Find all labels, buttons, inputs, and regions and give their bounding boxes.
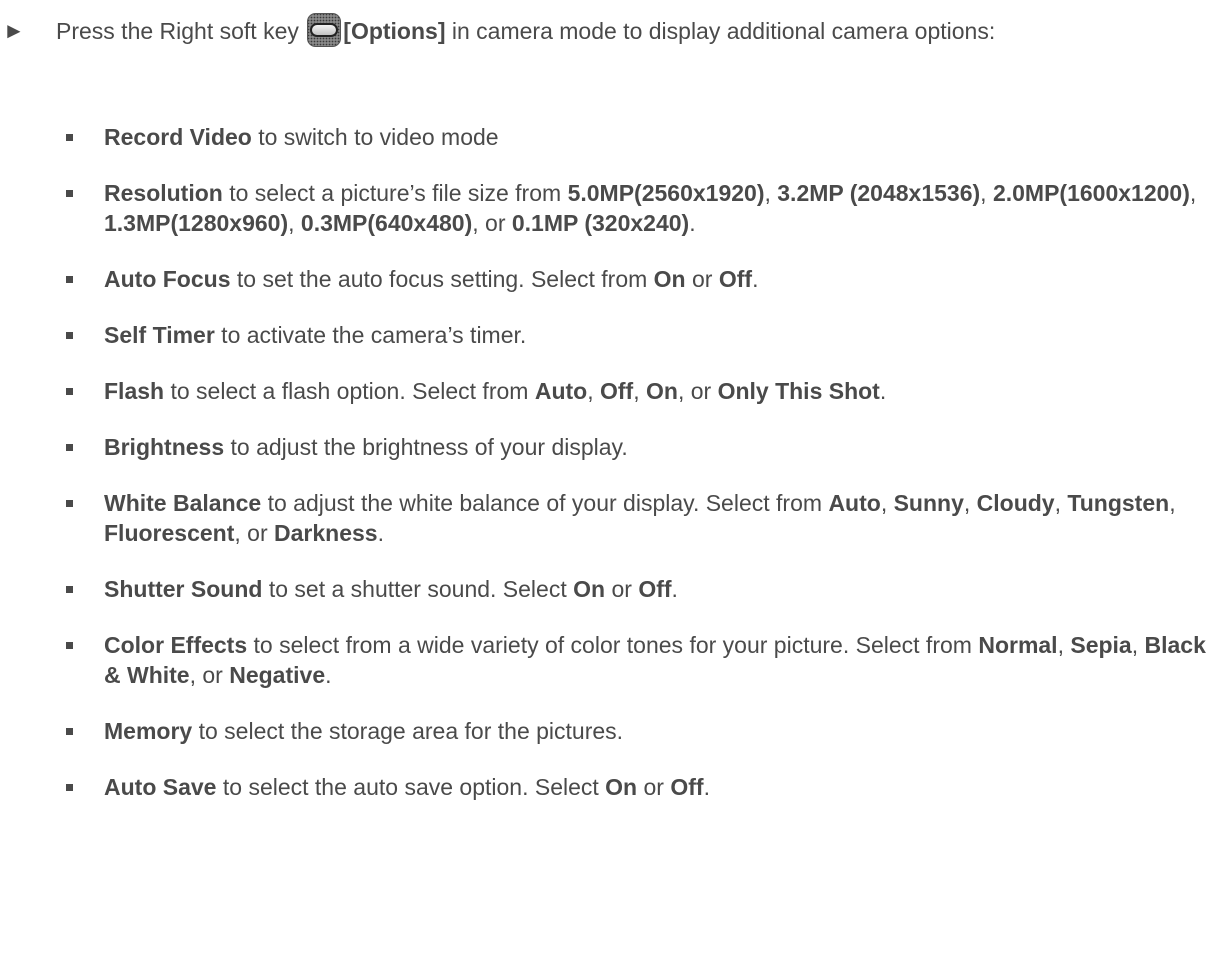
- option-title: Shutter Sound: [104, 576, 263, 602]
- option-choice: Sunny: [893, 490, 964, 516]
- camera-options-list: Record Video to switch to video mode Res…: [0, 122, 1225, 828]
- option-choice: Negative: [229, 662, 326, 688]
- option-choice: 3.2MP (2048x1536): [777, 180, 981, 206]
- option-title: Auto Save: [104, 774, 217, 800]
- step-arrow-icon: ►: [3, 18, 25, 43]
- or-word: or: [690, 378, 712, 404]
- option-choice: On: [573, 576, 606, 602]
- option-choice: Sepia: [1070, 632, 1132, 658]
- option-title: Auto Focus: [104, 266, 231, 292]
- option-description: to select from a wide variety of color t…: [247, 632, 979, 658]
- bullet-icon: [66, 444, 73, 451]
- option-item: Auto Focus to set the auto focus setting…: [0, 264, 1225, 294]
- option-description: to adjust the white balance of your disp…: [261, 490, 829, 516]
- option-description: to adjust the brightness of your display…: [224, 434, 628, 460]
- bullet-icon: [66, 586, 73, 593]
- option-title: Resolution: [104, 180, 223, 206]
- option-choice: Off: [599, 378, 634, 404]
- option-item: Auto Save to select the auto save option…: [0, 772, 1225, 802]
- option-choice: Auto: [534, 378, 588, 404]
- bullet-icon: [66, 134, 73, 141]
- option-title: Color Effects: [104, 632, 248, 658]
- options-key-label: [Options]: [343, 18, 446, 44]
- option-choice: On: [645, 378, 678, 404]
- bullet-icon: [66, 276, 73, 283]
- option-title: Memory: [104, 718, 193, 744]
- bullet-icon: [66, 784, 73, 791]
- option-choice: 5.0MP(2560x1920): [567, 180, 765, 206]
- option-title: Flash: [104, 378, 165, 404]
- option-choice: Off: [718, 266, 753, 292]
- bullet-icon: [66, 190, 73, 197]
- option-title: Brightness: [104, 434, 225, 460]
- option-description: to switch to video mode: [251, 124, 499, 150]
- or-word: or: [692, 266, 713, 292]
- option-item: Color Effects to select from a wide vari…: [0, 630, 1225, 690]
- intro-text: Press the Right soft key [Options] in ca…: [0, 8, 1225, 54]
- option-item: Flash to select a flash option. Select f…: [0, 376, 1225, 406]
- option-choice: Darkness: [274, 520, 378, 546]
- option-title: Record Video: [104, 124, 252, 150]
- or-word: or: [247, 520, 268, 546]
- option-choice: 2.0MP(1600x1200): [992, 180, 1190, 206]
- option-choice: 0.3MP(640x480): [300, 210, 473, 236]
- option-description: to select the auto save option. Select: [216, 774, 606, 800]
- option-description: to activate the camera’s timer.: [214, 322, 527, 348]
- option-item: White Balance to adjust the white balanc…: [0, 488, 1225, 548]
- option-item: Shutter Sound to set a shutter sound. Se…: [0, 574, 1225, 604]
- option-choice: Fluorescent: [104, 520, 235, 546]
- option-description: to select a picture’s file size from: [222, 180, 568, 206]
- option-item: Self Timer to activate the camera’s time…: [0, 320, 1225, 350]
- or-word: or: [643, 774, 664, 800]
- option-choice: Cloudy: [976, 490, 1055, 516]
- option-choice: On: [653, 266, 686, 292]
- or-word: or: [202, 662, 223, 688]
- bullet-icon: [66, 388, 73, 395]
- or-word: or: [611, 576, 632, 602]
- manual-page: ► Press the Right soft key [Options] in …: [0, 0, 1225, 964]
- option-choice: Auto: [828, 490, 881, 516]
- option-title: Self Timer: [104, 322, 215, 348]
- option-item: Memory to select the storage area for th…: [0, 716, 1225, 746]
- bullet-icon: [66, 642, 73, 649]
- option-description: to select a flash option. Select from: [164, 378, 535, 404]
- option-choice: Off: [638, 576, 672, 602]
- option-description: to set a shutter sound. Select: [262, 576, 574, 602]
- option-description: to set the auto focus setting. Select fr…: [230, 266, 654, 292]
- option-item: Brightness to adjust the brightness of y…: [0, 432, 1225, 462]
- bullet-icon: [66, 500, 73, 507]
- intro-text-end: in camera mode to display additional cam…: [445, 18, 996, 44]
- option-choice: Only This Shot: [717, 378, 880, 404]
- bullet-icon: [66, 332, 73, 339]
- or-word: or: [485, 210, 506, 236]
- option-choice: Tungsten: [1067, 490, 1170, 516]
- option-description: to select the storage area for the pictu…: [192, 718, 624, 744]
- option-choice: On: [605, 774, 638, 800]
- option-title: White Balance: [104, 490, 262, 516]
- intro-text-start: Press the Right soft key: [56, 18, 306, 44]
- option-item: Record Video to switch to video mode: [0, 122, 1225, 152]
- option-choice: 0.1MP (320x240): [511, 210, 690, 236]
- right-soft-key-icon: [307, 13, 342, 47]
- option-item: Resolution to select a picture’s file si…: [0, 178, 1225, 238]
- bullet-icon: [66, 728, 73, 735]
- option-choice: Normal: [978, 632, 1058, 658]
- option-choice: 1.3MP(1280x960): [104, 210, 289, 236]
- option-choice: Off: [670, 774, 704, 800]
- intro-paragraph: ► Press the Right soft key [Options] in …: [0, 8, 1225, 54]
